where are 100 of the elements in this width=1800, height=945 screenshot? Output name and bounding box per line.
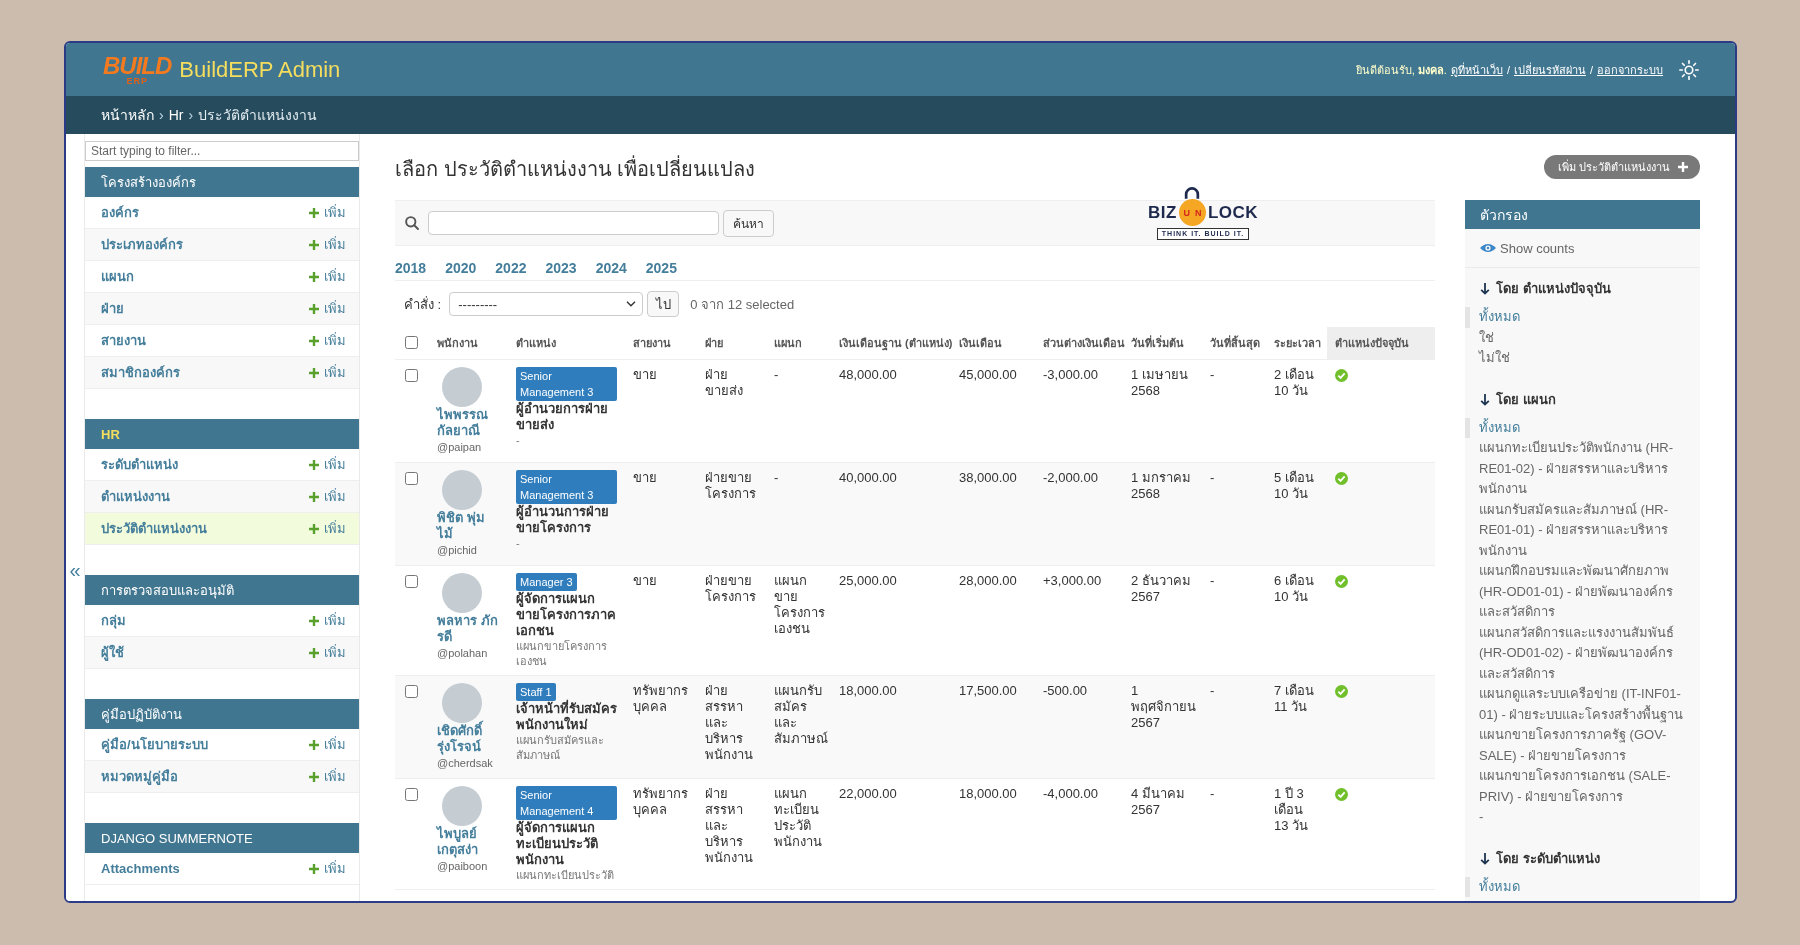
add-link[interactable]: เพิ่ม [309, 266, 346, 287]
employee-name-link[interactable]: พิชิต พุ่มไม้ [437, 509, 500, 542]
filter-choice[interactable]: แผนกทะเบียนประวัติพนักงาน (HR-RE01-02) - ฝ่ายสรรหาและบริหารพนักงาน [1465, 438, 1685, 500]
search-field[interactable] [428, 211, 719, 235]
year-link[interactable]: 2023 [545, 260, 577, 276]
row-checkbox[interactable] [405, 471, 418, 485]
page-title: เลือก ประวัติตำแหน่งงาน เพื่อเปลี่ยนแปลง [395, 155, 756, 183]
column-header[interactable]: ตำแหน่งปัจจุบัน [1327, 327, 1435, 359]
column-header[interactable]: ตำแหน่ง [508, 327, 625, 359]
section-header[interactable]: โครงสร้างองค์กร [85, 167, 359, 197]
table-cell: - [1202, 359, 1266, 462]
add-link[interactable]: เพิ่ม [309, 298, 346, 319]
filter-choice[interactable]: แผนกขายโครงการภาครัฐ (GOV-SALE) - ฝ่ายขายโครงการ [1465, 725, 1685, 766]
search-button[interactable]: ค้นหา [723, 209, 774, 237]
sidebar-link[interactable]: คู่มือ/นโยบายระบบ [101, 734, 208, 755]
add-link[interactable]: เพิ่ม [309, 766, 346, 787]
column-header[interactable]: ฝ่าย [697, 327, 766, 359]
site-title-link[interactable]: BuildERP Admin [179, 56, 341, 83]
employee-name-link[interactable]: เชิดศักดิ์ รุ่งโรจน์ [437, 722, 500, 755]
table-cell: 1 ปี 3 เดือน 13 วัน [1266, 778, 1327, 889]
filter-choice[interactable]: ทั้งหมด [1465, 876, 1685, 897]
employee-name-link[interactable]: ไพพรรณ กัลยาณี [437, 406, 500, 439]
table-cell: แผนกทะเบียนประวัติพนักงาน [766, 778, 831, 889]
filter-choice[interactable]: ไม่ใช่ [1465, 348, 1685, 369]
header-link[interactable]: ออกจากระบบ [1597, 60, 1663, 79]
sidebar-link[interactable]: ตำแหน่งงาน [101, 486, 170, 507]
column-header[interactable]: เงินเดือน [951, 327, 1035, 359]
sidebar-link[interactable]: แผนก [101, 266, 134, 287]
column-header[interactable]: สายงาน [625, 327, 697, 359]
add-link[interactable]: เพิ่ม [309, 454, 346, 475]
breadcrumb-current: ประวัติตำแหน่งงาน [198, 106, 318, 125]
header-link[interactable]: ดูที่หน้าเว็บ [1450, 60, 1503, 79]
add-link[interactable]: เพิ่ม [309, 734, 346, 755]
add-record-button[interactable]: เพิ่ม ประวัติตำแหน่งงาน [1543, 155, 1700, 179]
sidebar-link[interactable]: ประเภทองค์กร [101, 234, 183, 255]
plus-icon [309, 771, 319, 782]
sidebar-link[interactable]: ประวัติตำแหน่งงาน [101, 518, 207, 539]
select-all-checkbox[interactable] [405, 336, 418, 350]
employee-name-link[interactable]: พลหาร ภักรดี [437, 612, 500, 645]
row-checkbox[interactable] [405, 684, 418, 698]
add-link[interactable]: เพิ่ม [309, 610, 346, 631]
filter-choice[interactable]: ใช่ [1465, 327, 1685, 348]
table-cell: - [1202, 675, 1266, 778]
add-link[interactable]: เพิ่ม [309, 202, 346, 223]
breadcrumb-link[interactable]: หน้าหลัก [101, 104, 154, 126]
column-header[interactable]: วันที่สิ้นสุด [1202, 327, 1266, 359]
add-link[interactable]: เพิ่ม [309, 858, 346, 879]
column-header[interactable]: ส่วนต่างเงินเดือน [1035, 327, 1123, 359]
table-cell: +3,000.00 [1035, 565, 1123, 675]
add-link[interactable]: เพิ่ม [309, 486, 346, 507]
sidebar-filter-field[interactable]: Start typing to filter... [85, 141, 359, 161]
sidebar-link[interactable]: ผู้ใช้ [101, 642, 124, 663]
section-header[interactable]: การตรวจสอบและอนุมัติ [85, 575, 359, 605]
table-cell: 48,000.00 [831, 359, 951, 462]
show-counts-link[interactable]: Show counts [1465, 229, 1700, 268]
filter-choice[interactable]: แผนกรับสมัครและสัมภาษณ์ (HR-RE01-01) - ฝ่ายสรรหาและบริหารพนักงาน [1465, 499, 1685, 561]
filter-choice[interactable]: - [1465, 807, 1685, 828]
header-link[interactable]: เปลี่ยนรหัสผ่าน [1513, 60, 1586, 79]
section-header[interactable]: DJANGO SUMMERNOTE [85, 823, 359, 853]
year-link[interactable]: 2018 [395, 260, 427, 276]
sidebar-link[interactable]: สมาชิกองค์กร [101, 362, 180, 383]
filter-choice[interactable]: ทั้งหมด [1465, 307, 1685, 328]
add-link[interactable]: เพิ่ม [309, 234, 346, 255]
breadcrumb-separator: › [159, 107, 164, 123]
filter-choice[interactable]: แผนกสวัสดิการและแรงงานสัมพันธ์ (HR-OD01-02) - ฝ่ายพัฒนาองค์กรและสวัสดิการ [1465, 622, 1685, 684]
column-header[interactable]: แผนก [766, 327, 831, 359]
year-link[interactable]: 2025 [645, 260, 677, 276]
employee-name-link[interactable]: ไพบูลย์ เกตุสง่า [437, 825, 500, 858]
position-note: แผนกรับสมัครและสัมภาษณ์ [516, 732, 605, 763]
row-checkbox[interactable] [405, 368, 418, 382]
column-header[interactable]: เงินเดือนฐาน (ตำแหน่ง) [831, 327, 951, 359]
sidebar-link[interactable]: ระดับตำแหน่ง [101, 454, 178, 475]
sun-icon[interactable] [1679, 59, 1699, 80]
section-header[interactable]: คู่มือปฏิบัติงาน [85, 699, 359, 729]
sidebar-link[interactable]: องค์กร [101, 202, 139, 223]
column-header[interactable]: พนักงาน [429, 327, 508, 359]
sidebar-toggle-button[interactable]: « [66, 134, 85, 901]
sidebar-link[interactable]: กลุ่ม [101, 610, 126, 631]
filter-choice[interactable]: ทั้งหมด [1465, 417, 1685, 438]
sidebar-link[interactable]: สายงาน [101, 330, 146, 351]
row-checkbox[interactable] [405, 574, 418, 588]
breadcrumb-link[interactable]: Hr [168, 107, 184, 123]
section-header[interactable]: HR [85, 419, 359, 449]
filter-choice[interactable]: แผนกขายโครงการเอกชน (SALE-PRIV) - ฝ่ายขายโครงการ [1465, 766, 1685, 807]
row-checkbox[interactable] [405, 787, 418, 801]
filter-choice[interactable]: แผนกฝึกอบรมและพัฒนาศักยภาพ (HR-OD01-01) - ฝ่ายพัฒนาองค์กรและสวัสดิการ [1465, 561, 1685, 623]
avatar-placeholder [442, 572, 482, 613]
year-link[interactable]: 2024 [595, 260, 627, 276]
year-link[interactable]: 2022 [495, 260, 527, 276]
add-link[interactable]: เพิ่ม [309, 330, 346, 351]
go-button[interactable]: ไป [647, 291, 680, 317]
sidebar-link[interactable]: Attachments [101, 861, 180, 876]
add-link[interactable]: เพิ่ม [309, 362, 346, 383]
filter-choice[interactable]: แผนกดูแลระบบเครือข่าย (IT-INF01-01) - ฝ่ายระบบและโครงสร้างพื้นฐาน [1465, 684, 1685, 725]
action-select[interactable]: --------- [449, 292, 644, 316]
add-link[interactable]: เพิ่ม [309, 642, 346, 663]
add-link[interactable]: เพิ่ม [309, 518, 346, 539]
sidebar-link[interactable]: ฝ่าย [101, 298, 124, 319]
year-link[interactable]: 2020 [445, 260, 477, 276]
sidebar-link[interactable]: หมวดหมู่คู่มือ [101, 766, 178, 787]
